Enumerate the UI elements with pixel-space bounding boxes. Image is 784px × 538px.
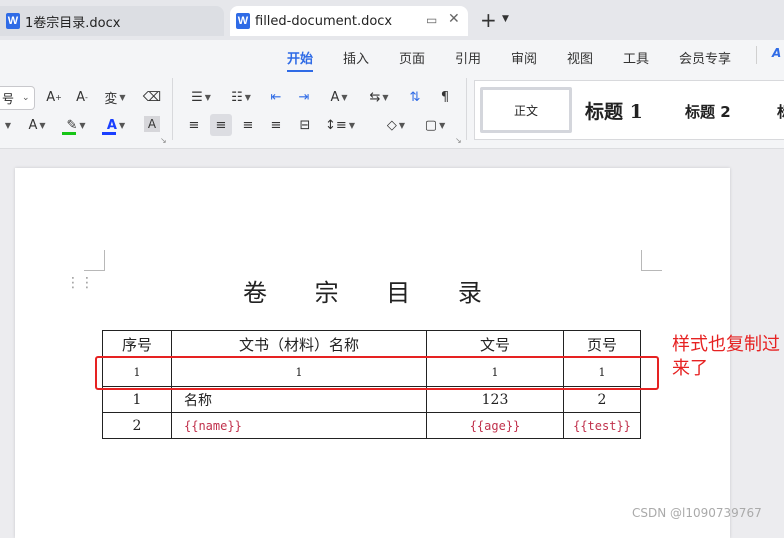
table-cell[interactable]: 1	[102, 386, 172, 413]
screen-icon[interactable]: ▭	[426, 13, 437, 27]
dialog-launcher-icon[interactable]: ↘	[455, 136, 462, 145]
increase-indent-icon[interactable]: ⇥	[294, 86, 314, 108]
text-direction-icon[interactable]: A ▼	[324, 86, 354, 108]
word-icon: W	[236, 13, 250, 29]
justify-icon[interactable]: ≡	[266, 114, 286, 136]
tab-label: filled-document.docx	[255, 13, 393, 29]
margin-mark	[641, 250, 662, 271]
menu-view[interactable]: 视图	[567, 48, 593, 67]
table-cell[interactable]: 名称	[171, 386, 427, 413]
chevron-down-icon: ⌄	[22, 93, 30, 103]
table-cell[interactable]: {{test}}	[563, 412, 641, 439]
show-marks-icon[interactable]: ¶	[434, 86, 456, 108]
new-tab-icon[interactable]: +	[480, 8, 497, 32]
style-gallery: 正文 标题 1 标题 2 标	[474, 80, 784, 140]
tab-document-2[interactable]: W filled-document.docx ▭ ✕	[230, 6, 468, 36]
menu-references[interactable]: 引用	[455, 48, 481, 67]
numbered-list-icon[interactable]: ☷ ▼	[226, 86, 256, 108]
header-cell[interactable]: 文书（材料）名称	[171, 330, 427, 358]
chevron-down-icon[interactable]: ▼	[502, 14, 509, 24]
menu-tools[interactable]: 工具	[623, 48, 649, 67]
table-row: 1 名称 123 2	[102, 386, 641, 413]
align-center-icon[interactable]: ≡	[210, 114, 232, 136]
word-icon: W	[6, 13, 20, 29]
style-heading-2[interactable]: 标题 2	[685, 101, 731, 122]
highlight-color-icon[interactable]: ✎ ▼	[60, 114, 92, 136]
menu-divider	[756, 46, 757, 64]
watermark: CSDN @l1090739767	[632, 506, 762, 520]
clear-format-icon[interactable]: ⌫	[142, 86, 162, 108]
font-size-value: 号	[2, 91, 15, 106]
dialog-launcher-icon[interactable]: ↘	[160, 136, 167, 145]
divider	[172, 78, 173, 140]
tab-document-1[interactable]: W 1卷宗目录.docx	[0, 6, 224, 36]
phonetic-guide-icon[interactable]: 変 ▼	[100, 86, 130, 108]
line-spacing-icon[interactable]: ↕≡ ▼	[324, 114, 356, 136]
ai-icon[interactable]: A	[772, 46, 781, 60]
table-cell[interactable]: 2	[102, 412, 172, 439]
tab-label: 1卷宗目录.docx	[25, 15, 121, 31]
char-shading-icon[interactable]: A	[144, 116, 160, 132]
close-icon[interactable]: ✕	[448, 11, 460, 27]
bullet-list-icon[interactable]: ☰ ▼	[186, 86, 216, 108]
menu-insert[interactable]: 插入	[343, 48, 369, 67]
distribute-icon[interactable]: ⊟	[294, 114, 316, 136]
menu-home[interactable]: 开始	[287, 48, 314, 72]
header-cell[interactable]: 文号	[426, 330, 564, 358]
borders-icon[interactable]: ▢ ▼	[420, 114, 450, 136]
style-normal[interactable]: 正文	[480, 87, 572, 133]
text-effect-icon[interactable]: A ▼	[22, 114, 52, 136]
chevron-down-icon[interactable]: ▼	[0, 114, 14, 136]
document-title: 卷 宗 目 录	[243, 279, 502, 307]
decrease-indent-icon[interactable]: ⇤	[266, 86, 286, 108]
decrease-font-icon[interactable]: A-	[72, 86, 92, 108]
asian-layout-icon[interactable]: ⇆ ▼	[364, 86, 394, 108]
table-row: 2 {{name}} {{age}} {{test}}	[102, 412, 641, 439]
table-cell[interactable]: 123	[426, 386, 564, 413]
tab-bar: W 1卷宗目录.docx W filled-document.docx ▭ ✕ …	[0, 0, 784, 40]
align-left-icon[interactable]: ≡	[184, 114, 204, 136]
header-cell[interactable]: 序号	[102, 330, 172, 358]
align-right-icon[interactable]: ≡	[238, 114, 258, 136]
sort-icon[interactable]: ⇅	[404, 86, 426, 108]
table-cell[interactable]: 2	[563, 386, 641, 413]
font-size-select[interactable]: 号 ⌄	[0, 86, 35, 110]
style-heading-3[interactable]: 标	[777, 101, 784, 122]
menu-page[interactable]: 页面	[399, 48, 425, 67]
table-cell[interactable]: {{name}}	[171, 412, 427, 439]
divider	[466, 78, 467, 140]
increase-font-icon[interactable]: A +	[44, 86, 64, 108]
table-cell[interactable]: {{age}}	[426, 412, 564, 439]
margin-mark	[84, 250, 105, 271]
annotation-text: 样式也复制过来了	[672, 334, 780, 379]
style-heading-1[interactable]: 标题 1	[585, 97, 643, 124]
annotation-box	[95, 356, 659, 390]
font-color-icon[interactable]: A ▼	[100, 114, 132, 136]
menu-bar: 开始 插入 页面 引用 审阅 视图 工具 会员专享	[0, 40, 784, 72]
menu-review[interactable]: 审阅	[511, 48, 537, 67]
header-cell[interactable]: 页号	[563, 330, 641, 358]
table-header-row: 序号 文书（材料）名称 文号 页号	[102, 330, 641, 358]
menu-member[interactable]: 会员专享	[679, 48, 731, 67]
shading-icon[interactable]: ◇ ▼	[380, 114, 412, 136]
